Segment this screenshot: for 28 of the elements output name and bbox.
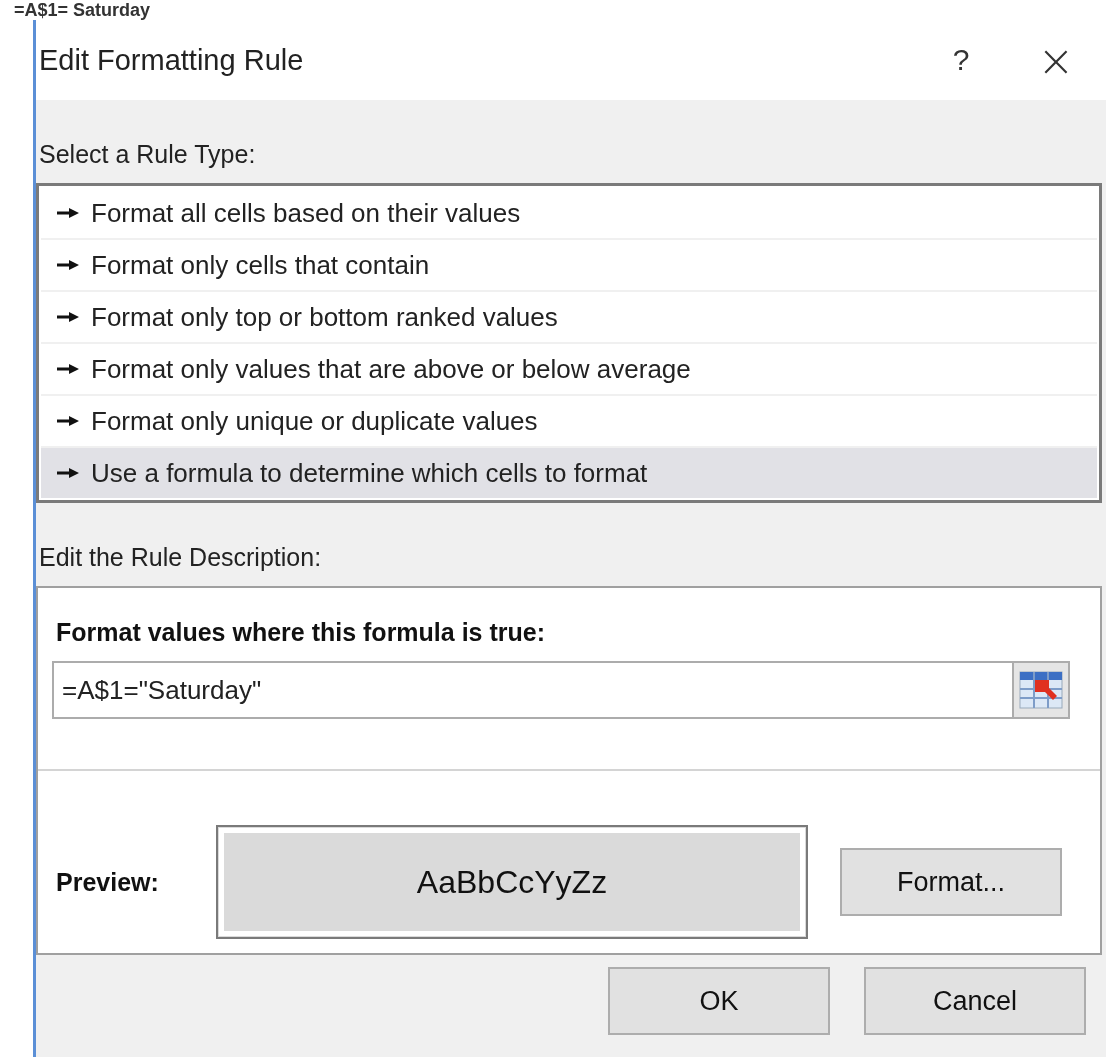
arrow-icon xyxy=(57,416,79,426)
rule-type-label: Select a Rule Type: xyxy=(39,140,257,169)
preview-label: Preview: xyxy=(56,867,160,897)
rule-type-text: Format only values that are above or below average xyxy=(91,353,691,385)
background-formula-text: =A$1= Saturday xyxy=(14,0,151,20)
rule-description-label: Edit the Rule Description: xyxy=(39,543,323,572)
formula-field[interactable]: =A$1="Saturday" xyxy=(52,661,1012,719)
arrow-icon xyxy=(57,260,79,270)
arrow-icon xyxy=(57,468,79,478)
rule-type-item[interactable]: Use a formula to determine which cells to format xyxy=(41,448,1097,498)
format-button[interactable]: Format... xyxy=(840,848,1062,916)
arrow-icon xyxy=(57,208,79,218)
window-title: Edit Formatting Rule xyxy=(39,43,305,77)
range-select-button[interactable] xyxy=(1012,661,1070,719)
formula-label: Format values where this formula is true: xyxy=(56,618,546,647)
rule-type-text: Format all cells based on their values xyxy=(91,197,521,229)
cancel-button[interactable]: Cancel xyxy=(864,967,1086,1035)
rule-type-text: Format only cells that contain xyxy=(91,249,430,281)
rule-type-text: Format only top or bottom ranked values xyxy=(91,301,558,333)
preview-sample: AaBbCcYyZz xyxy=(216,825,808,939)
help-button[interactable]: ? xyxy=(936,42,986,78)
arrow-icon xyxy=(57,312,79,322)
ok-button[interactable]: OK xyxy=(608,967,830,1035)
close-button[interactable]: × xyxy=(1026,33,1086,87)
rule-type-text: Format only unique or duplicate values xyxy=(91,405,538,437)
range-select-icon xyxy=(1019,671,1063,709)
arrow-icon xyxy=(57,364,79,374)
rule-type-text: Use a formula to determine which cells to format xyxy=(91,457,648,489)
